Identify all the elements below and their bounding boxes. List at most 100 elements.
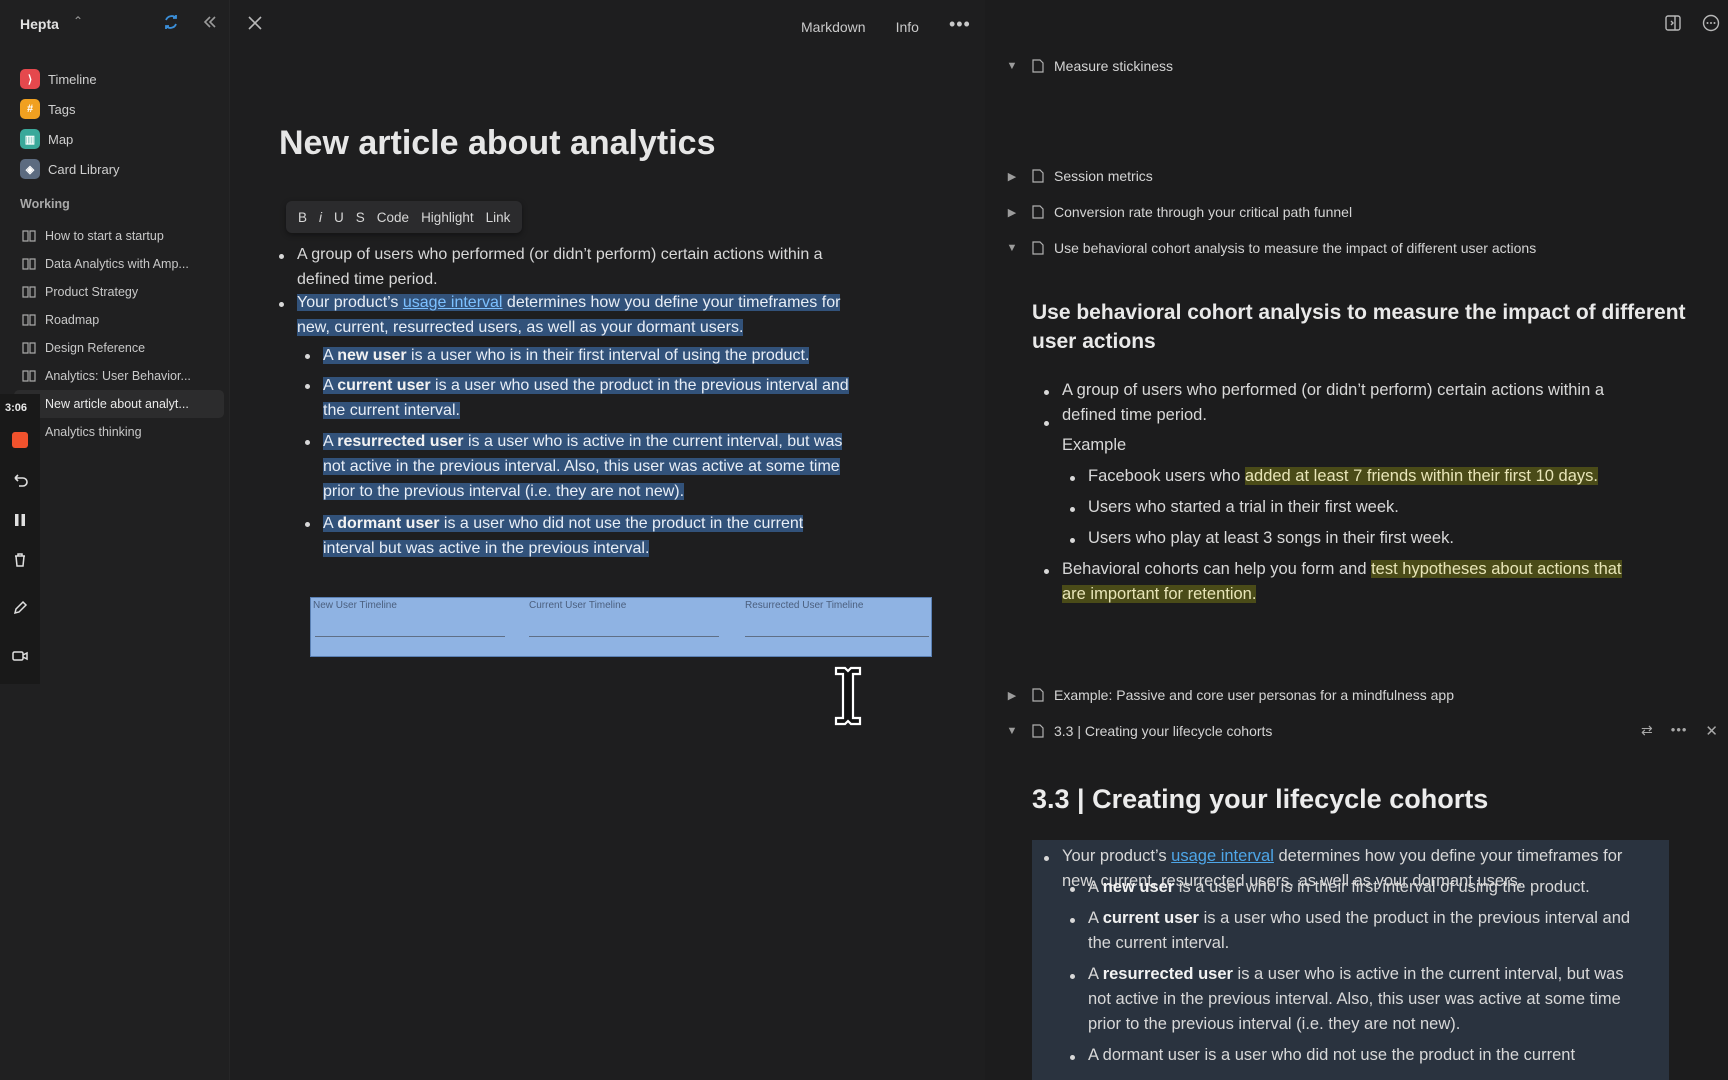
underline-button[interactable]: U [328,210,350,225]
workspace-switch-icon[interactable]: ⌃ [73,14,83,28]
term-resurrected-user: resurrected user [1102,965,1233,983]
outline-row-measure-stickiness[interactable]: ▼ Measure stickiness [985,54,1174,78]
doc-item[interactable]: How to start a startup [14,222,224,250]
sidebar-nav: ⟩ Timeline # Tags ▥ Map ◈ Card Library [20,64,220,184]
info-button[interactable]: Info [896,19,919,35]
close-icon[interactable]: ✕ [1705,722,1718,740]
markdown-button[interactable]: Markdown [801,19,866,35]
text: not active in the previous interval. Als… [323,458,840,475]
sync-icon[interactable] [161,12,181,32]
undo-icon[interactable] [10,470,30,490]
outline-row-label: Conversion rate through your critical pa… [1054,204,1353,220]
paragraph-line: A resurrected user is a user who is acti… [1088,962,1624,987]
paragraph-line: A current user is a user who used the pr… [1088,906,1630,931]
user-timeline-image[interactable]: New User Timeline Current User Timeline … [310,597,932,657]
lifecycle-heading[interactable]: 3.3 | Creating your lifecycle cohorts [1032,784,1488,815]
doc-item[interactable]: Roadmap [14,306,224,334]
record-stop-icon[interactable] [10,430,30,450]
paragraph-line: the current interval. [1088,934,1230,952]
doc-item[interactable]: Analytics: User Behavior... [14,362,224,390]
text: is a user who is active in the current i… [1232,965,1624,983]
paragraph-line: Example [1062,436,1127,454]
text: is a user who is active in the current i… [463,433,843,450]
document-icon [1032,205,1044,219]
chevron-down-icon[interactable]: ▼ [1002,60,1022,72]
book-icon [22,342,36,354]
paragraph-line: Behavioral cohorts can help you form and… [1062,557,1622,582]
paragraph-line: Facebook users who added at least 7 frie… [1088,464,1598,489]
paragraph-line: the current interval. [323,398,460,423]
term-dormant-user: dormant user [337,515,440,532]
text: A [1088,909,1103,927]
bullet [279,254,284,259]
bullet [1044,390,1049,395]
chevron-right-icon[interactable]: ▶ [1002,206,1022,219]
italic-button[interactable]: i [313,210,328,225]
more-options-icon[interactable]: ••• [949,14,971,35]
more-options-icon[interactable]: ••• [1671,722,1688,740]
outline-row-conversion-rate[interactable]: ▶ Conversion rate through your critical … [985,200,1352,224]
recording-timer: 3:06 [5,402,28,414]
paragraph-line: A group of users who performed (or didn’… [297,246,823,263]
text: Behavioral cohorts can help you form and [1062,560,1372,578]
document-icon [1032,688,1044,702]
doc-item[interactable]: Data Analytics with Amp... [14,250,224,278]
text-cursor-icon [830,664,866,728]
section-title-working[interactable]: Working [20,197,70,211]
document-icon [1032,724,1044,738]
swap-icon[interactable]: ⇄ [1641,722,1653,740]
close-icon[interactable] [246,14,264,32]
timeline-label: Resurrected User Timeline [745,600,864,611]
pen-icon[interactable] [10,598,30,618]
doc-item[interactable]: Product Strategy [14,278,224,306]
sidebar-item-label: Timeline [48,71,97,87]
chevron-right-icon[interactable]: ▶ [1002,170,1022,183]
timeline-label: Current User Timeline [529,600,627,611]
page-title[interactable]: New article about analytics [279,124,716,163]
trash-icon[interactable] [10,550,30,570]
document-icon [1032,169,1044,183]
camera-icon[interactable] [10,646,30,666]
strikethrough-button[interactable]: S [350,210,371,225]
doc-item[interactable]: Analytics thinking [14,418,224,446]
editor-pane: Markdown Info ••• + New article about an… [230,0,1026,1080]
sidebar-item-timeline[interactable]: ⟩ Timeline [20,64,220,94]
sidebar-item-tags[interactable]: # Tags [20,94,220,124]
outline-row-behavioral-cohort[interactable]: ▼ Use behavioral cohort analysis to meas… [985,236,1537,260]
link-button[interactable]: Link [480,210,517,225]
workspace-name[interactable]: Hepta [20,16,59,32]
usage-interval-link[interactable]: usage interval [403,294,503,311]
right-panel: ▼ Measure stickiness ▶ Session metrics ▶… [985,0,1728,1080]
text: A [323,515,338,532]
collapse-sidebar-icon[interactable] [200,12,220,32]
code-button[interactable]: Code [371,210,415,225]
cohort-heading-line[interactable]: Use behavioral cohort analysis to measur… [1032,298,1686,327]
more-circle-icon[interactable] [1702,14,1720,32]
split-view-icon[interactable] [1664,14,1682,32]
bold-button[interactable]: B [292,210,313,225]
outline-row-label: Example: Passive and core user personas … [1054,687,1454,703]
sidebar-item-map[interactable]: ▥ Map [20,124,220,154]
pause-icon[interactable] [10,510,30,530]
doc-item-active[interactable]: New article about analyt... [14,390,224,418]
doc-item[interactable]: Design Reference [14,334,224,362]
outline-row-session-metrics[interactable]: ▶ Session metrics [985,164,1153,188]
highlight-button[interactable]: Highlight [415,210,480,225]
highlighted-text: test hypotheses about actions that [1371,560,1622,578]
chevron-down-icon[interactable]: ▼ [1002,242,1022,254]
outline-row-lifecycle-cohorts[interactable]: ▼ 3.3 | Creating your lifecycle cohorts [985,719,1273,743]
sidebar-item-label: Card Library [48,161,120,177]
bullet [305,440,310,445]
cohort-heading-line[interactable]: user actions [1032,327,1156,356]
map-icon: ▥ [20,129,40,149]
sidebar-item-card-library[interactable]: ◈ Card Library [20,154,220,184]
chevron-right-icon[interactable]: ▶ [1002,689,1022,702]
outline-row-passive-core[interactable]: ▶ Example: Passive and core user persona… [985,683,1454,707]
chevron-down-icon[interactable]: ▼ [1002,725,1022,737]
term-current-user: current user [1102,909,1199,927]
paragraph-line: A new user is a user who is in their fir… [1088,875,1590,900]
bullet [1070,538,1075,543]
bullet [279,302,284,307]
usage-interval-link[interactable]: usage interval [1171,847,1274,865]
doc-item-label: Design Reference [45,341,146,355]
